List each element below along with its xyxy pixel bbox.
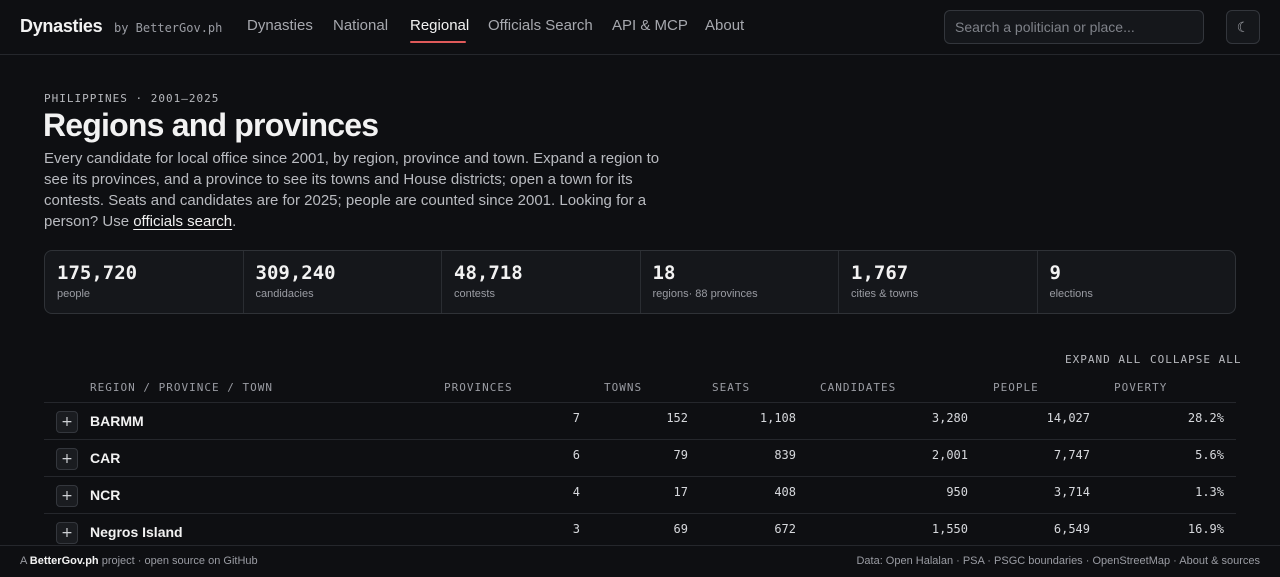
stat-contests: 48,718 contests bbox=[442, 251, 641, 313]
eyebrow: PHILIPPINES · 2001–2025 bbox=[44, 92, 220, 105]
theme-toggle-button[interactable]: ☾ bbox=[1226, 10, 1260, 44]
stat-value: 175,720 bbox=[57, 262, 138, 284]
table-row[interactable]: + CAR 6 79 839 2,001 7,747 5.6% bbox=[44, 439, 1236, 476]
table-row[interactable]: + BARMM 7 152 1,108 3,280 14,027 28.2% bbox=[44, 402, 1236, 439]
stat-people: 175,720 people bbox=[45, 251, 244, 313]
search-input[interactable] bbox=[945, 11, 1203, 43]
table-row[interactable]: + NCR 4 17 408 950 3,714 1.3% bbox=[44, 476, 1236, 513]
candidates-cell: 950 bbox=[946, 485, 968, 499]
expand-all-button[interactable]: EXPAND ALL bbox=[1065, 353, 1141, 366]
stat-value: 1,767 bbox=[851, 262, 909, 284]
officials-search-link[interactable]: officials search bbox=[133, 213, 232, 230]
column-header-poverty[interactable]: POVERTY bbox=[1114, 381, 1167, 394]
nav-officials-search[interactable]: Officials Search bbox=[488, 17, 593, 34]
poverty-cell: 28.2% bbox=[1187, 411, 1224, 425]
provinces-cell: 6 bbox=[572, 448, 580, 462]
seats-cell: 672 bbox=[774, 522, 796, 536]
poverty-cell: 1.3% bbox=[1195, 485, 1224, 499]
stat-regions: 18 regions· 88 provinces bbox=[641, 251, 839, 313]
plus-icon: + bbox=[61, 488, 73, 504]
poverty-cell: 16.9% bbox=[1187, 522, 1224, 536]
column-header-seats[interactable]: SEATS bbox=[712, 381, 750, 394]
column-header-people[interactable]: PEOPLE bbox=[993, 381, 1039, 394]
page-description: Every candidate for local office since 2… bbox=[44, 148, 684, 232]
nav-dynasties[interactable]: Dynasties bbox=[247, 17, 313, 34]
region-name[interactable]: CAR bbox=[90, 450, 120, 466]
footer-suffix[interactable]: project · open source on GitHub bbox=[99, 555, 258, 567]
description-end: . bbox=[232, 213, 237, 230]
stat-label: elections bbox=[1049, 288, 1093, 300]
stat-value: 309,240 bbox=[255, 262, 336, 284]
expand-button[interactable]: + bbox=[56, 522, 78, 544]
nav-about[interactable]: About bbox=[705, 17, 744, 34]
footer-sources[interactable]: Data: Open Halalan · PSA · PSGC boundari… bbox=[856, 555, 1260, 567]
column-header-towns[interactable]: TOWNS bbox=[604, 381, 642, 394]
search-box bbox=[944, 10, 1204, 44]
people-cell: 6,549 bbox=[1053, 522, 1090, 536]
top-bar: Dynasties by BetterGov.ph Dynasties Nati… bbox=[0, 0, 1280, 55]
people-cell: 7,747 bbox=[1053, 448, 1090, 462]
plus-icon: + bbox=[61, 414, 73, 430]
stat-label: cities & towns bbox=[851, 288, 919, 300]
plus-icon: + bbox=[61, 451, 73, 467]
stat-label: candidacies bbox=[255, 288, 314, 300]
footer-credit: A BetterGov.ph project · open source on … bbox=[20, 555, 258, 567]
candidates-cell: 3,280 bbox=[931, 411, 968, 425]
candidates-cell: 2,001 bbox=[931, 448, 968, 462]
provinces-cell: 3 bbox=[572, 522, 580, 536]
column-header-candidates[interactable]: CANDIDATES bbox=[820, 381, 896, 394]
column-header-provinces[interactable]: PROVINCES bbox=[444, 381, 513, 394]
seats-cell: 839 bbox=[774, 448, 796, 462]
expand-button[interactable]: + bbox=[56, 485, 78, 507]
brand-byline: by BetterGov.ph bbox=[114, 21, 223, 35]
page-title: Regions and provinces bbox=[43, 107, 379, 143]
expand-button[interactable]: + bbox=[56, 411, 78, 433]
stat-value: 9 bbox=[1049, 262, 1061, 284]
nav-national[interactable]: National bbox=[333, 17, 388, 34]
expand-button[interactable]: + bbox=[56, 448, 78, 470]
provinces-cell: 7 bbox=[572, 411, 580, 425]
seats-cell: 1,108 bbox=[759, 411, 796, 425]
people-cell: 3,714 bbox=[1053, 485, 1090, 499]
towns-cell: 152 bbox=[666, 411, 688, 425]
people-cell: 14,027 bbox=[1046, 411, 1090, 425]
stat-label: regions· 88 provinces bbox=[652, 288, 758, 300]
poverty-cell: 5.6% bbox=[1195, 448, 1224, 462]
region-name[interactable]: BARMM bbox=[90, 413, 144, 429]
nav-regional[interactable]: Regional bbox=[410, 17, 469, 34]
towns-cell: 79 bbox=[673, 448, 688, 462]
stat-cities-towns: 1,767 cities & towns bbox=[839, 251, 1038, 313]
brand-logo[interactable]: Dynasties bbox=[20, 16, 103, 37]
collapse-all-button[interactable]: COLLAPSE ALL bbox=[1150, 353, 1241, 366]
stats-panel: 175,720 people 309,240 candidacies 48,71… bbox=[44, 250, 1236, 314]
footer-prefix: A bbox=[20, 555, 30, 567]
stat-label: contests bbox=[454, 288, 495, 300]
nav-api-mcp[interactable]: API & MCP bbox=[612, 17, 688, 34]
region-name[interactable]: NCR bbox=[90, 487, 120, 503]
candidates-cell: 1,550 bbox=[931, 522, 968, 536]
stat-elections: 9 elections bbox=[1038, 251, 1236, 313]
footer: A BetterGov.ph project · open source on … bbox=[0, 545, 1280, 577]
seats-cell: 408 bbox=[774, 485, 796, 499]
moon-icon: ☾ bbox=[1236, 18, 1250, 35]
footer-brand-link[interactable]: BetterGov.ph bbox=[30, 555, 99, 567]
plus-icon: + bbox=[61, 525, 73, 541]
towns-cell: 17 bbox=[673, 485, 688, 499]
provinces-cell: 4 bbox=[572, 485, 580, 499]
region-name[interactable]: Negros Island bbox=[90, 524, 183, 540]
stat-value: 18 bbox=[652, 262, 676, 284]
active-nav-indicator bbox=[410, 41, 466, 43]
towns-cell: 69 bbox=[673, 522, 688, 536]
column-header-region[interactable]: REGION / PROVINCE / TOWN bbox=[90, 381, 273, 394]
stat-candidacies: 309,240 candidacies bbox=[244, 251, 442, 313]
stat-label: people bbox=[57, 288, 91, 300]
stat-value: 48,718 bbox=[454, 262, 523, 284]
